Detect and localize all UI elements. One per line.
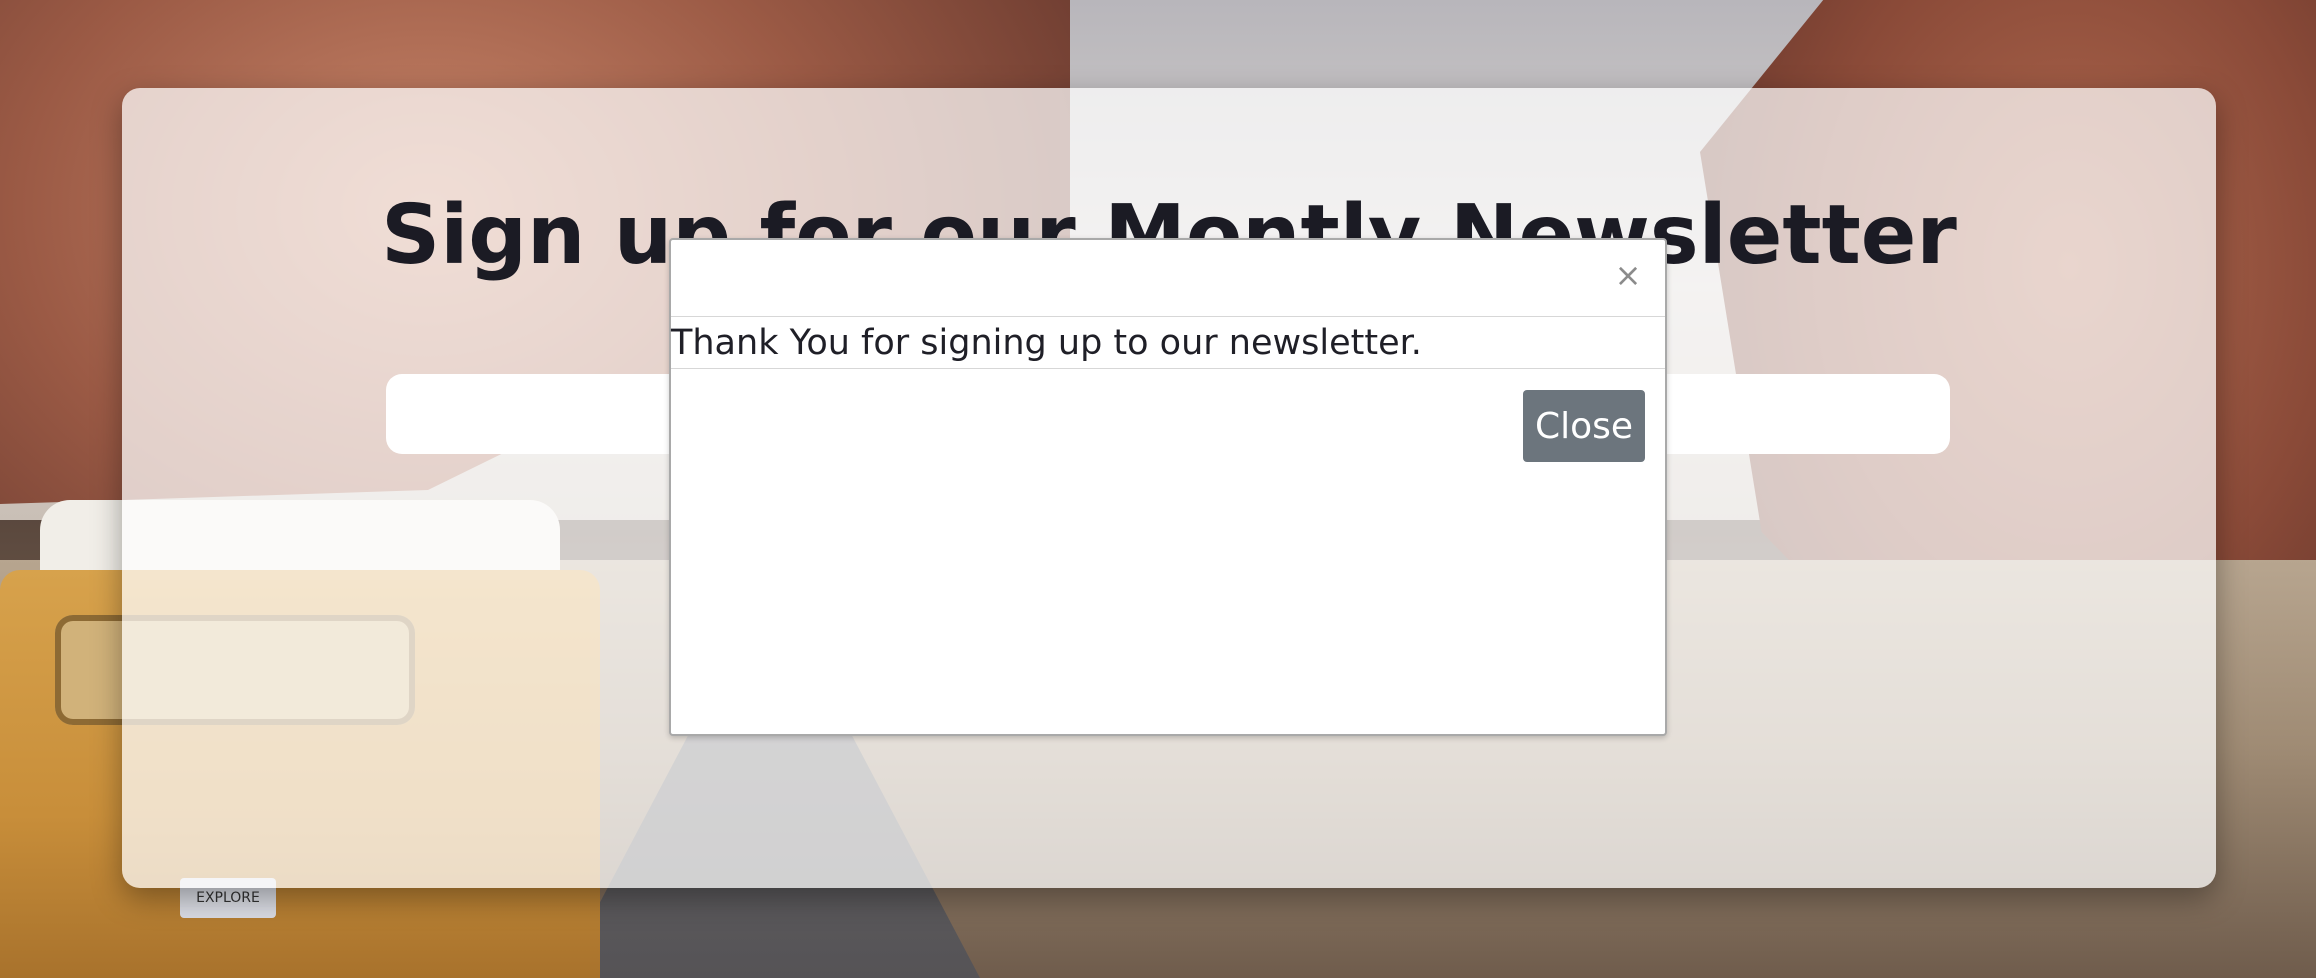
confirmation-modal: × Thank You for signing up to our newsle… [669,238,1667,736]
modal-footer: Close [671,370,1665,462]
close-icon[interactable]: × [1611,258,1645,292]
modal-message: Thank You for signing up to our newslett… [671,317,1665,369]
close-button[interactable]: Close [1523,390,1645,462]
modal-header: × [671,240,1665,317]
